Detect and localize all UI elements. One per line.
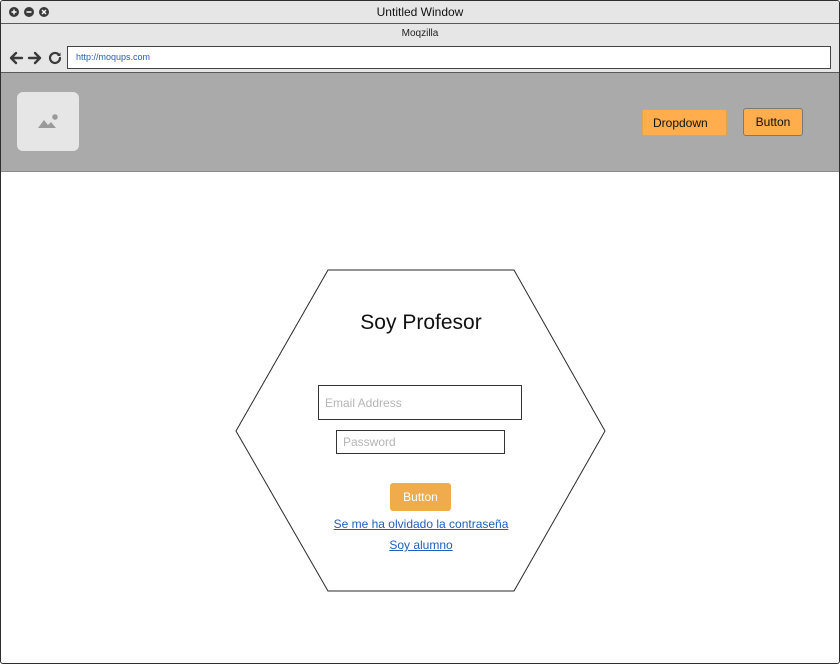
dropdown-label: Dropdown <box>653 116 708 130</box>
image-icon <box>38 114 58 128</box>
student-link[interactable]: Soy alumno <box>235 538 607 552</box>
reload-icon[interactable] <box>47 50 63 66</box>
url-text: http://moqups.com <box>76 52 151 62</box>
forward-arrow-icon[interactable] <box>27 50 43 66</box>
back-arrow-icon[interactable] <box>8 50 24 66</box>
header-button[interactable]: Button <box>743 108 803 136</box>
password-field[interactable] <box>336 430 505 454</box>
submit-button[interactable]: Button <box>390 483 451 511</box>
title-bar: Untitled Window <box>1 1 839 24</box>
forgot-password-link[interactable]: Se me ha olvidado la contraseña <box>235 517 607 531</box>
app-window: Untitled Window Moqzilla http://moqups.c… <box>0 0 840 664</box>
login-title: Soy Profesor <box>360 311 482 334</box>
email-field[interactable] <box>318 385 522 420</box>
window-title: Untitled Window <box>376 5 464 19</box>
url-bar[interactable]: http://moqups.com <box>67 46 831 69</box>
logo-placeholder <box>17 92 79 151</box>
header-dropdown[interactable]: Dropdown <box>642 109 727 136</box>
browser-toolbar: Moqzilla http://moqups.com <box>1 24 839 73</box>
browser-title: Moqzilla <box>401 28 439 39</box>
site-header: Dropdown Button <box>1 73 839 172</box>
